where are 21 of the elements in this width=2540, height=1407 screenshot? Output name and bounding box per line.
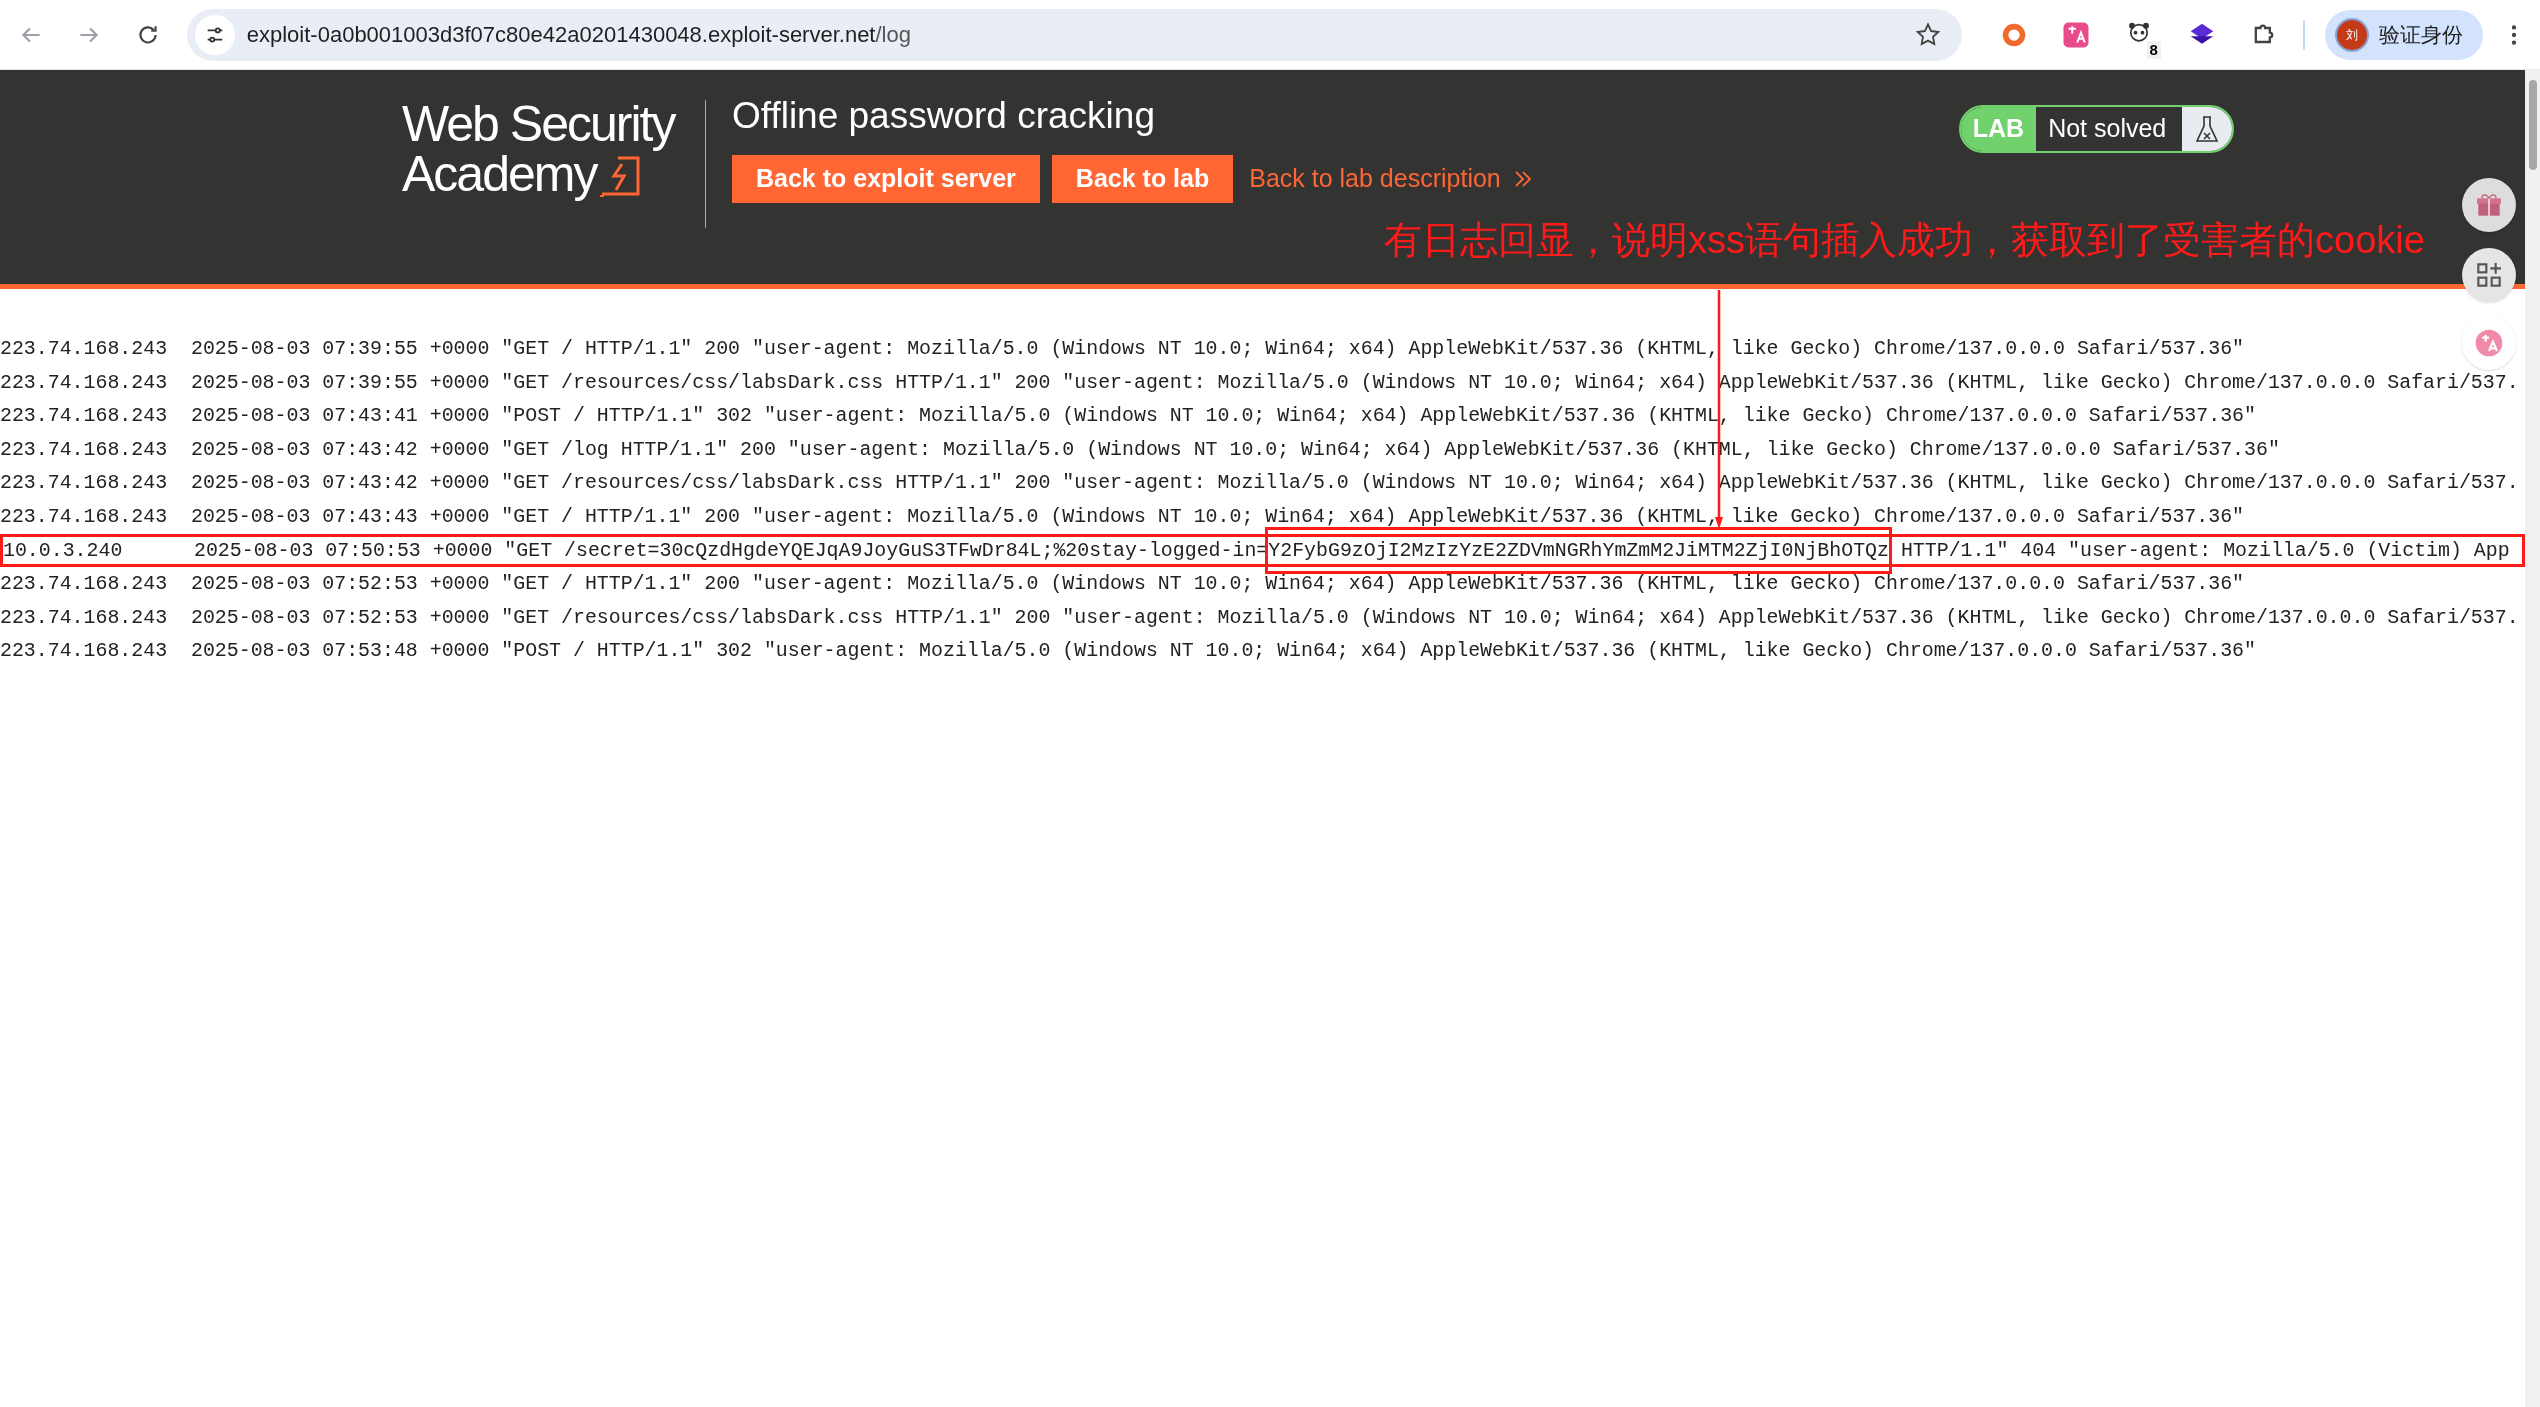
- annotation-text: 有日志回显，说明xss语句插入成功，获取到了受害者的cookie: [1384, 218, 2425, 263]
- extension-badge: 8: [2146, 40, 2161, 59]
- url-path: /log: [875, 22, 911, 47]
- profile-button[interactable]: 刘 验证身份: [2325, 9, 2484, 60]
- scrollbar[interactable]: [2525, 70, 2540, 1407]
- avatar: 刘: [2337, 19, 2368, 50]
- lab-status-badge: LAB Not solved: [1958, 105, 2235, 153]
- url-text: exploit-0a0b001003d3f07c80e42a0201430048.exploit-server.net: [246, 22, 876, 47]
- lab-title: Offline password cracking: [732, 94, 1156, 138]
- log-line: 223.74.168.243 2025-08-03 07:53:48 +0000 "POST / HTTP/1.1" 302 "user-agent: Mozilla/5.0 (Windows NT 10.0; Win64; x64) AppleWebKit/537.36 (KHTML, like Gecko) Chrome/137.0.0.0 Safari/537.36": [0, 638, 2256, 665]
- logo[interactable]: Web Security Academy: [402, 100, 702, 210]
- description-link[interactable]: Back to lab description: [1249, 160, 1533, 198]
- highlight-box: Y2FybG9zOjI2MzIzYzE2ZDVmNGRhYmZmM2JiMTM2ZjI0NjBhOTQz: [1265, 526, 1892, 575]
- log-line: 223.74.168.243 2025-08-03 07:52:53 +0000 "GET /resources/css/labsDark.css HTTP/1.1" 200 "user-agent: Mozilla/5.0 (Windows NT 10.0; Win64; x64) AppleWebKit/537.36 (KHTML, like Gecko) Chrome/137.0.0.0 Safari/537.: [0, 604, 2519, 631]
- log-line: 223.74.168.243 2025-08-03 07:39:55 +0000 "GET /resources/css/labsDark.css HTTP/1.1" 200 "user-agent: Mozilla/5.0 (Windows NT 10.0; Win64; x64) AppleWebKit/537.36 (KHTML, like Gecko) Chrome/137.0.0.0 Safari/537.: [0, 369, 2519, 396]
- site-settings-icon[interactable]: [194, 14, 235, 55]
- log-line: 223.74.168.243 2025-08-03 07:43:42 +0000 "GET /resources/css/labsDark.css HTTP/1.1" 200 "user-agent: Mozilla/5.0 (Windows NT 10.0; Win64; x64) AppleWebKit/537.36 (KHTML, like Gecko) Chrome/137.0.0.0 Safari/537.: [0, 470, 2519, 497]
- flask-icon: [2194, 114, 2221, 144]
- log-line: 223.74.168.243 2025-08-03 07:39:55 +0000 "GET / HTTP/1.1" 200 "user-agent: Mozilla/5.0 (Windows NT 10.0; Win64; x64) AppleWebKit/537.36 (KHTML, like Gecko) Chrome/137.0.0.0 Safari/537.36": [0, 336, 2245, 362]
- address-bar[interactable]: exploit-0a0b001003d3f07c80e42a0201430048.exploit-server.net/log: [186, 8, 1963, 61]
- log-line: HTTP/1.1" 404 "user-agent: Mozilla/5.0 (Victim) App: [1899, 537, 2510, 564]
